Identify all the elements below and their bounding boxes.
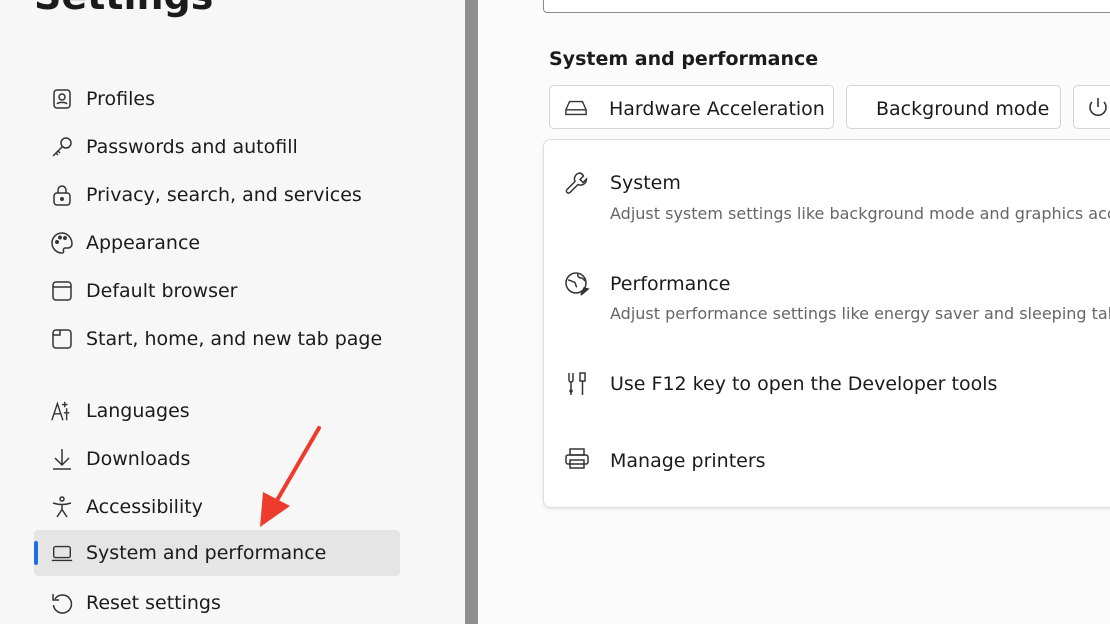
hardware-acceleration-button[interactable]: Hardware Acceleration: [549, 85, 834, 129]
sidebar-item-privacy[interactable]: Privacy, search, and services: [34, 172, 400, 218]
section-title: System and performance: [549, 48, 819, 70]
f12-developer-tools-row[interactable]: Use F12 key to open the Developer tools: [544, 340, 1110, 420]
accessibility-icon: [50, 495, 74, 519]
sidebar-item-languages[interactable]: Languages: [34, 388, 400, 434]
quick-button-label: Background mode: [876, 98, 1050, 120]
sidebar-item-label: Appearance: [86, 232, 201, 254]
pane-divider[interactable]: [465, 0, 478, 624]
page-title: Settings: [34, 0, 213, 18]
sidebar-item-reset-settings[interactable]: Reset settings: [34, 580, 400, 624]
sidebar-item-start-home[interactable]: Start, home, and new tab page: [34, 316, 400, 362]
sidebar-item-label: Profiles: [86, 88, 155, 110]
wrench-icon: [564, 170, 590, 196]
system-settings-card: System Adjust system settings like backg…: [543, 139, 1110, 508]
row-description: Adjust system settings like background m…: [610, 204, 1110, 223]
manage-printers-row[interactable]: Manage printers: [544, 420, 1110, 509]
laptop-icon: [50, 541, 74, 565]
reset-icon: [50, 591, 74, 615]
printer-icon: [564, 446, 590, 472]
sidebar-item-default-browser[interactable]: Default browser: [34, 268, 400, 314]
system-row[interactable]: System Adjust system settings like backg…: [544, 140, 1110, 240]
sidebar-item-label: Privacy, search, and services: [86, 184, 362, 206]
row-title: Use F12 key to open the Developer tools: [610, 373, 998, 395]
sidebar-item-label: Accessibility: [86, 496, 203, 518]
download-icon: [50, 447, 74, 471]
sidebar-item-label: Reset settings: [86, 592, 221, 614]
row-title: Manage printers: [610, 450, 766, 472]
row-title: Performance: [610, 273, 731, 295]
sidebar-item-appearance[interactable]: Appearance: [34, 220, 400, 266]
drive-icon: [564, 96, 588, 120]
sidebar-item-label: Start, home, and new tab page: [86, 328, 383, 350]
lock-icon: [50, 183, 74, 207]
languages-icon: [50, 399, 74, 423]
sidebar-item-profiles[interactable]: Profiles: [34, 76, 400, 122]
key-icon: [50, 135, 74, 159]
power-icon: [1086, 96, 1110, 120]
sidebar-item-label: Passwords and autofill: [86, 136, 298, 158]
startup-boost-button[interactable]: [1073, 85, 1110, 129]
row-title: System: [610, 172, 681, 194]
sidebar-item-label: Downloads: [86, 448, 191, 470]
sidebar-item-downloads[interactable]: Downloads: [34, 436, 400, 482]
sidebar-item-system-and-performance[interactable]: System and performance: [34, 530, 400, 576]
home-tab-icon: [50, 327, 74, 351]
profile-icon: [50, 87, 74, 111]
quick-button-label: Hardware Acceleration: [609, 98, 825, 120]
performance-row[interactable]: Performance Adjust performance settings …: [544, 240, 1110, 340]
browser-window-icon: [50, 279, 74, 303]
search-settings-field[interactable]: [543, 0, 1110, 13]
sidebar-item-label: Default browser: [86, 280, 238, 302]
developer-tools-icon: [564, 371, 590, 397]
sidebar-item-accessibility[interactable]: Accessibility: [34, 484, 400, 530]
performance-globe-icon: [564, 271, 590, 297]
main-content: System and performance Hardware Accelera…: [478, 0, 1110, 624]
sidebar-item-label: System and performance: [86, 542, 327, 564]
sidebar-item-passwords[interactable]: Passwords and autofill: [34, 124, 400, 170]
settings-sidebar: Settings Profiles Passwords and autofill…: [0, 0, 465, 624]
row-description: Adjust performance settings like energy …: [610, 304, 1110, 323]
palette-icon: [50, 231, 74, 255]
sidebar-item-label: Languages: [86, 400, 190, 422]
settings-page: Settings Profiles Passwords and autofill…: [0, 0, 1110, 624]
background-mode-button[interactable]: Background mode: [846, 85, 1061, 129]
